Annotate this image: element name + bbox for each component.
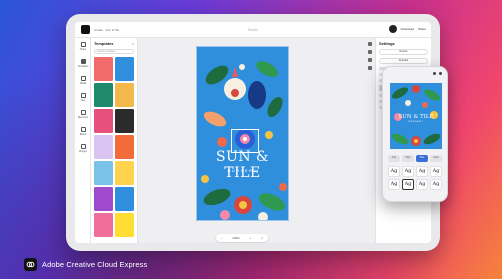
phone-top-bar (383, 67, 447, 79)
download-button[interactable]: Download (401, 27, 414, 31)
rail-label: Elements (78, 116, 88, 119)
rail-item-templates[interactable]: Templates (75, 55, 91, 72)
template-thumbnail[interactable] (115, 135, 134, 159)
template-thumbnail[interactable] (115, 83, 134, 107)
template-thumbnail[interactable] (115, 187, 134, 211)
phone-device: SUN & TILE NURSERY Font Style Size Color… (382, 66, 448, 202)
shapes-icon (80, 110, 86, 115)
creative-cloud-logo-icon (24, 258, 37, 271)
template-thumbnail[interactable] (115, 213, 134, 237)
share-button[interactable]: Share (418, 27, 426, 31)
rail-label: Media (79, 82, 87, 85)
tab-color[interactable]: Color (430, 155, 442, 162)
rail-label: Templates (77, 65, 89, 68)
brand-text: Adobe Creative Cloud Express (42, 260, 148, 269)
canvas-area[interactable]: SUN & TILE NURSERY − 100% + ⤢ (138, 38, 375, 243)
card-subtitle[interactable]: NURSERY (197, 168, 288, 173)
templates-panel: Templates × Search templates (91, 38, 138, 243)
templates-icon (80, 59, 86, 64)
tab-style[interactable]: Style (402, 155, 414, 162)
template-thumbnail[interactable] (94, 161, 113, 185)
properties-title: Settings (379, 41, 395, 46)
tab-font[interactable]: Font (388, 155, 400, 162)
design-card[interactable]: SUN & TILE NURSERY (196, 46, 289, 221)
animate-button[interactable]: Animate (379, 58, 428, 64)
font-option[interactable]: Ag (430, 166, 442, 177)
rail-item-home[interactable]: Home (75, 38, 91, 55)
brand-icon (80, 127, 86, 132)
template-thumbnail[interactable] (115, 109, 134, 133)
rail-item-media[interactable]: Media (75, 72, 91, 89)
template-thumbnail[interactable] (115, 57, 134, 81)
share-icon[interactable] (439, 71, 442, 75)
image-icon (80, 76, 86, 81)
template-grid (94, 57, 134, 237)
zoom-level[interactable]: 100% (232, 236, 240, 240)
font-option[interactable]: Ag (416, 179, 428, 190)
rail-label: Brand (79, 133, 87, 136)
font-option[interactable]: Ag (402, 166, 414, 177)
rail-label: Plugins (79, 150, 87, 153)
menu-icon[interactable] (433, 71, 436, 75)
document-title: Studio (248, 27, 258, 32)
duplicate-icon[interactable] (368, 58, 372, 62)
font-option[interactable]: Ag (388, 166, 400, 177)
tablet-screen: Create · Sun & Tile Studio Download Shar… (75, 22, 431, 243)
phone-card-title: SUN & TILE (398, 114, 434, 120)
close-icon[interactable]: × (132, 41, 134, 46)
tab-size[interactable]: Size (416, 155, 428, 162)
plugins-icon (80, 144, 86, 149)
template-thumbnail[interactable] (94, 83, 113, 107)
rail-item-text[interactable]: Text (75, 89, 91, 106)
template-thumbnail[interactable] (94, 135, 113, 159)
left-rail: Home Templates Media Text Elements Brand (75, 38, 91, 243)
font-option[interactable]: Ag (430, 179, 442, 190)
template-thumbnail[interactable] (115, 161, 134, 185)
font-grid: Ag Ag Ag Ag Ag Ag Ag Ag (388, 166, 442, 190)
delete-icon[interactable] (368, 66, 372, 70)
phone-design-card[interactable]: SUN & TILE NURSERY (390, 83, 442, 149)
font-option[interactable]: Ag (416, 166, 428, 177)
cc-logo-shape (26, 261, 35, 268)
phone-tabs: Font Style Size Color (388, 155, 442, 162)
zoom-controls: − 100% + ⤢ (216, 234, 268, 242)
search-input[interactable]: Search templates (94, 49, 134, 54)
rail-item-plugins[interactable]: Plugins (75, 140, 91, 157)
font-option[interactable]: Ag (388, 179, 400, 190)
top-bar: Create · Sun & Tile Studio Download Shar… (75, 22, 431, 38)
rail-item-elements[interactable]: Elements (75, 106, 91, 123)
rail-label: Text (80, 99, 86, 102)
avatar[interactable] (388, 25, 397, 33)
phone-card-subtitle: NURSERY (408, 121, 424, 123)
move-icon[interactable] (368, 42, 372, 46)
template-thumbnail[interactable] (94, 213, 113, 237)
layers-icon[interactable] (368, 50, 372, 54)
template-thumbnail[interactable] (94, 187, 113, 211)
text-icon (80, 93, 86, 98)
home-icon (80, 42, 86, 47)
panel-title: Templates (94, 41, 114, 46)
rail-label: Home (79, 48, 87, 51)
fit-icon[interactable]: ⤢ (261, 236, 263, 240)
template-thumbnail[interactable] (94, 57, 113, 81)
rail-item-brand[interactable]: Brand (75, 123, 91, 140)
card-title[interactable]: SUN & TILE (197, 149, 288, 181)
zoom-in-button[interactable]: + (249, 236, 251, 240)
zoom-out-button[interactable]: − (221, 236, 223, 240)
template-thumbnail[interactable] (94, 109, 113, 133)
brand-bar: Adobe Creative Cloud Express (24, 258, 147, 271)
font-option-selected[interactable]: Ag (402, 179, 414, 190)
canvas-toolbar (368, 42, 372, 70)
resize-button[interactable]: Resize (379, 49, 428, 55)
